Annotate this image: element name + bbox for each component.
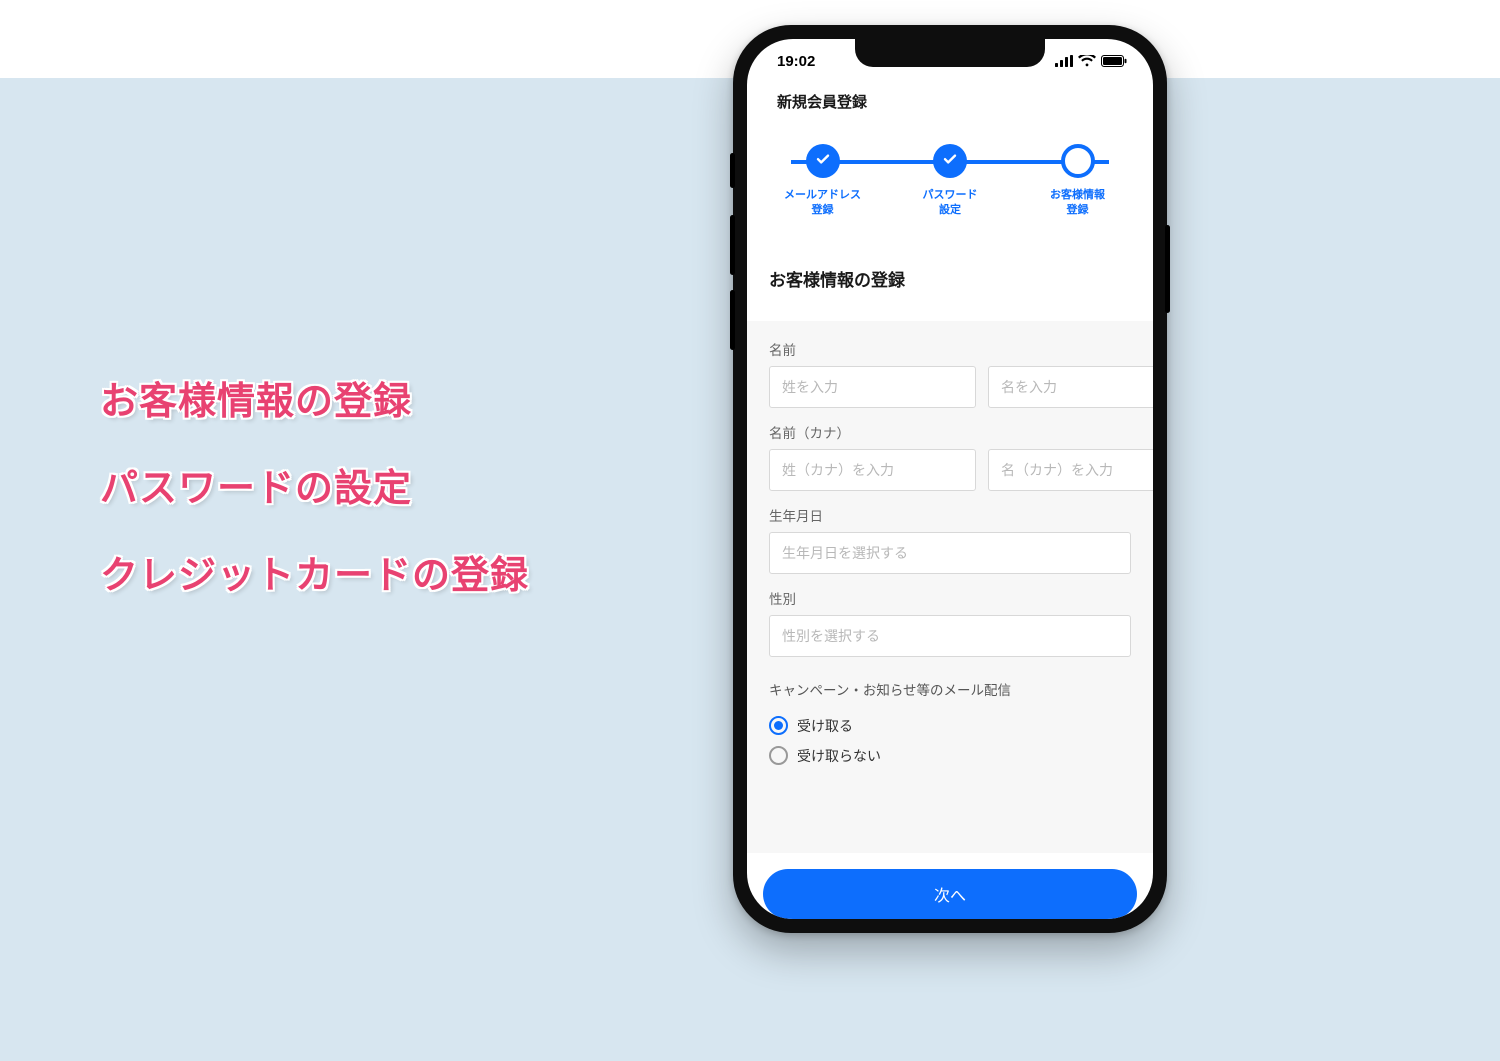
section-heading: お客様情報の登録: [747, 226, 1153, 321]
radio-selected-icon: [769, 716, 788, 735]
kana-field-group: 名前（カナ）: [769, 422, 1131, 491]
radio-opt-in[interactable]: 受け取る: [769, 711, 1131, 741]
phone-screen: 19:02 新規会員登録: [747, 39, 1153, 919]
step-email-circle: [806, 144, 840, 178]
kana-label: 名前（カナ）: [769, 422, 1131, 442]
checkmark-icon: [815, 151, 831, 172]
slide-line-2: パスワードの設定: [100, 457, 529, 512]
phone-mute-switch: [730, 153, 735, 188]
status-time: 19:02: [777, 53, 815, 70]
radio-opt-in-label: 受け取る: [797, 716, 853, 736]
name-field-group: 名前: [769, 339, 1131, 408]
name-label: 名前: [769, 339, 1131, 359]
phone-notch: [855, 39, 1045, 67]
radio-opt-out-label: 受け取らない: [797, 746, 881, 766]
birth-date-input[interactable]: [769, 532, 1131, 574]
step-customer-info-circle: [1061, 144, 1095, 178]
phone-power-button: [1165, 225, 1170, 313]
phone-frame: 19:02 新規会員登録: [733, 25, 1167, 933]
step-password-label: パスワード設定: [923, 188, 978, 218]
last-name-input[interactable]: [769, 366, 976, 408]
birth-field-group: 生年月日: [769, 505, 1131, 574]
step-password: パスワード設定: [903, 144, 998, 218]
page-title: 新規会員登録: [747, 83, 1153, 126]
gender-field-group: 性別: [769, 588, 1131, 657]
first-name-input[interactable]: [988, 366, 1153, 408]
phone-volume-down: [730, 290, 735, 350]
next-button[interactable]: 次へ: [763, 869, 1137, 919]
radio-opt-out[interactable]: 受け取らない: [769, 741, 1131, 771]
radio-unselected-icon: [769, 746, 788, 765]
birth-label: 生年月日: [769, 505, 1131, 525]
mail-opt-group: キャンペーン・お知らせ等のメール配信 受け取る 受け取らない: [769, 679, 1131, 771]
step-email-label: メールアドレス登録: [784, 188, 861, 218]
step-password-circle: [933, 144, 967, 178]
slide-line-1: お客様情報の登録: [100, 370, 529, 425]
step-email: メールアドレス登録: [775, 144, 870, 218]
wifi-icon: [1078, 55, 1096, 67]
step-customer-info-label: お客様情報登録: [1050, 188, 1105, 218]
phone-volume-up: [730, 215, 735, 275]
checkmark-icon: [942, 151, 958, 172]
status-indicators: [1055, 55, 1127, 67]
cellular-signal-icon: [1055, 55, 1073, 67]
progress-stepper: メールアドレス登録 パスワード設定 お客様情: [747, 126, 1153, 226]
gender-label: 性別: [769, 588, 1131, 608]
first-name-kana-input[interactable]: [988, 449, 1153, 491]
registration-form: 名前 名前（カナ） 生年月日 性別: [747, 321, 1153, 853]
slide-line-3: クレジットカードの登録: [100, 544, 529, 599]
slide-text-block: お客様情報の登録 パスワードの設定 クレジットカードの登録: [100, 370, 529, 599]
gender-select-input[interactable]: [769, 615, 1131, 657]
step-customer-info: お客様情報登録: [1030, 144, 1125, 218]
next-button-label: 次へ: [934, 882, 966, 906]
last-name-kana-input[interactable]: [769, 449, 976, 491]
mail-opt-label: キャンペーン・お知らせ等のメール配信: [769, 679, 1131, 699]
battery-icon: [1101, 55, 1127, 67]
